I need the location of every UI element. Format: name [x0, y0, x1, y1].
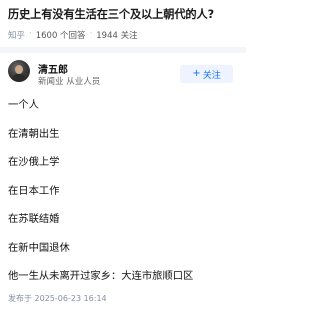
question-title[interactable]: 历史上有没有生活在三个及以上朝代的人? — [8, 7, 244, 22]
avatar-face — [15, 65, 23, 74]
answer-paragraph: 在苏联结婚 — [8, 213, 60, 225]
source-label[interactable]: 知乎 — [8, 29, 25, 41]
answer-paragraph: 在日本工作 — [8, 185, 60, 197]
publish-time: 发布于 2025-06-23 16:14 — [8, 294, 107, 303]
answer-paragraph: 一个人 — [8, 99, 39, 111]
avatar[interactable] — [8, 60, 30, 82]
followers-count: 1944 关注 — [96, 31, 138, 41]
avatar-body — [12, 74, 26, 82]
meta-separator: · — [29, 29, 32, 39]
answer-paragraph: 在沙俄上学 — [8, 156, 60, 168]
answer-paragraph: 他一生从未离开过家乡：大连市旅顺口区 — [8, 270, 194, 282]
question-meta: 知乎 · 1600 个回答 · 1944 关注 — [8, 29, 138, 41]
section-divider — [0, 47, 246, 53]
plus-icon: + — [192, 68, 201, 79]
answers-count[interactable]: 1600 个回答 — [36, 29, 86, 41]
follow-label: 关注 — [202, 70, 221, 81]
author-name[interactable]: 清五郎 — [38, 61, 68, 76]
meta-separator: · — [89, 29, 93, 39]
answer-paragraph: 在新中国退休 — [8, 242, 70, 254]
answer-paragraph: 在清朝出生 — [8, 128, 60, 140]
author-bio: 新闻业 从业人员 — [38, 77, 101, 87]
follow-button[interactable]: + 关注 — [180, 65, 233, 83]
